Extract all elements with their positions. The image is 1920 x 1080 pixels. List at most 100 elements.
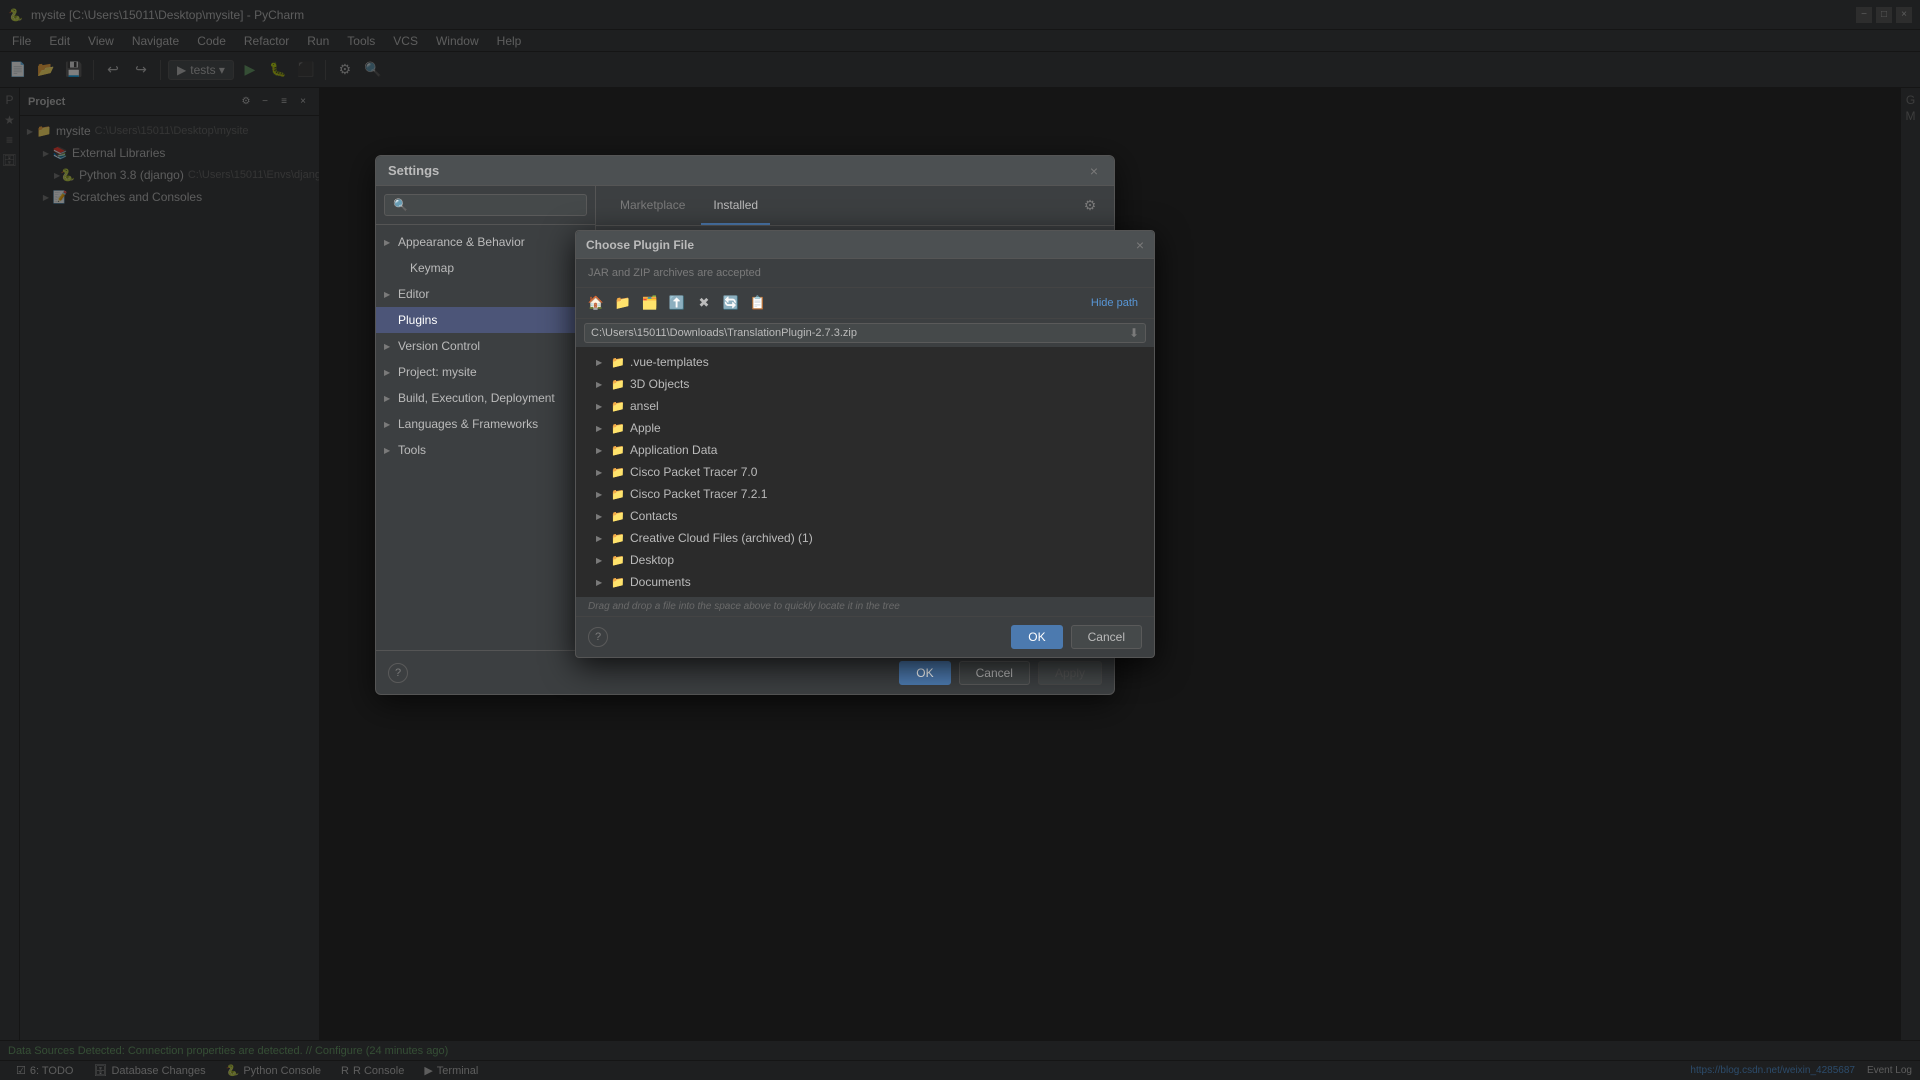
desktop-label: Desktop — [630, 553, 674, 567]
nav-label-build: Build, Execution, Deployment — [398, 391, 555, 405]
nav-arrow-vcs: ▶ — [384, 342, 396, 351]
nav-item-keymap[interactable]: Keymap — [376, 255, 595, 281]
file-tree-ansel[interactable]: ▶ 📁 ansel — [576, 395, 1154, 417]
nav-item-vcs[interactable]: ▶ Version Control ⚙ — [376, 333, 595, 359]
ansel-folder-icon: 📁 — [610, 398, 626, 414]
documents-folder-icon: 📁 — [610, 574, 626, 590]
file-tree-vue-templates[interactable]: ▶ 📁 .vue-templates — [576, 351, 1154, 373]
file-help-button[interactable]: ? — [588, 627, 608, 647]
creative-label: Creative Cloud Files (archived) (1) — [630, 531, 813, 545]
file-path-bar: C:\Users\15011\Downloads\TranslationPlug… — [584, 323, 1146, 343]
file-tree-cisco70[interactable]: ▶ 📁 Cisco Packet Tracer 7.0 — [576, 461, 1154, 483]
settings-sidebar: ▶ Appearance & Behavior Keymap ▶ Editor … — [376, 186, 596, 650]
documents-label: Documents — [630, 575, 691, 589]
tab-marketplace-label: Marketplace — [620, 198, 685, 212]
settings-search-input[interactable] — [384, 194, 587, 216]
file-tree-apple[interactable]: ▶ 📁 Apple — [576, 417, 1154, 439]
cisco721-arrow: ▶ — [596, 490, 610, 499]
nav-item-build[interactable]: ▶ Build, Execution, Deployment — [376, 385, 595, 411]
settings-ok-button[interactable]: OK — [899, 661, 950, 685]
file-new-folder-button[interactable]: 📁 — [611, 292, 635, 314]
desktop-arrow: ▶ — [596, 556, 610, 565]
3dobjects-label: 3D Objects — [630, 377, 689, 391]
settings-help-button[interactable]: ? — [388, 663, 408, 683]
settings-tabs-header: Marketplace Installed ⚙ — [596, 186, 1114, 226]
file-tree-desktop[interactable]: ▶ 📁 Desktop — [576, 549, 1154, 571]
file-dialog-footer: ? OK Cancel — [576, 616, 1154, 657]
nav-label-vcs: Version Control — [398, 339, 480, 353]
nav-label-keymap: Keymap — [410, 261, 454, 275]
nav-arrow-tools: ▶ — [384, 446, 396, 455]
nav-item-tools[interactable]: ▶ Tools — [376, 437, 595, 463]
file-tree[interactable]: ▶ 📁 .vue-templates ▶ 📁 3D Objects ▶ 📁 an… — [576, 347, 1154, 597]
settings-search-area — [376, 186, 595, 225]
settings-close-button[interactable]: × — [1086, 163, 1102, 179]
file-up-button[interactable]: ⬆️ — [665, 292, 689, 314]
nav-arrow-editor: ▶ — [384, 290, 396, 299]
nav-arrow-build: ▶ — [384, 394, 396, 403]
settings-help: ? — [388, 663, 408, 683]
nav-label-project: Project: mysite — [398, 365, 477, 379]
file-home-button[interactable]: 🏠 — [584, 292, 608, 314]
hide-path-button[interactable]: Hide path — [1083, 295, 1146, 311]
appdata-arrow: ▶ — [596, 446, 610, 455]
contacts-label: Contacts — [630, 509, 677, 523]
contacts-folder-icon: 📁 — [610, 508, 626, 524]
file-tree-cisco721[interactable]: ▶ 📁 Cisco Packet Tracer 7.2.1 — [576, 483, 1154, 505]
cisco721-label: Cisco Packet Tracer 7.2.1 — [630, 487, 767, 501]
nav-arrow-plugins — [384, 316, 396, 325]
contacts-arrow: ▶ — [596, 512, 610, 521]
cisco70-folder-icon: 📁 — [610, 464, 626, 480]
file-tree-creative[interactable]: ▶ 📁 Creative Cloud Files (archived) (1) — [576, 527, 1154, 549]
settings-cancel-button[interactable]: Cancel — [959, 661, 1030, 685]
nav-label-editor: Editor — [398, 287, 429, 301]
tab-installed[interactable]: Installed — [701, 186, 770, 225]
file-clear-button[interactable]: ✖ — [692, 292, 716, 314]
nav-item-project[interactable]: ▶ Project: mysite ⚙ — [376, 359, 595, 385]
nav-arrow-project: ▶ — [384, 368, 396, 377]
file-path-download-icon: ⬇ — [1129, 326, 1139, 340]
documents-arrow: ▶ — [596, 578, 610, 587]
nav-item-appearance[interactable]: ▶ Appearance & Behavior — [376, 229, 595, 255]
3dobjects-arrow: ▶ — [596, 380, 610, 389]
cisco70-arrow: ▶ — [596, 468, 610, 477]
nav-label-appearance: Appearance & Behavior — [398, 235, 525, 249]
file-dialog-close-button[interactable]: × — [1136, 237, 1144, 253]
file-tree-3dobjects[interactable]: ▶ 📁 3D Objects — [576, 373, 1154, 395]
file-tree-documents[interactable]: ▶ 📁 Documents — [576, 571, 1154, 593]
cisco721-folder-icon: 📁 — [610, 486, 626, 502]
settings-titlebar: Settings × — [376, 156, 1114, 186]
settings-nav: ▶ Appearance & Behavior Keymap ▶ Editor … — [376, 225, 595, 650]
nav-item-languages[interactable]: ▶ Languages & Frameworks — [376, 411, 595, 437]
file-tree-appdata[interactable]: ▶ 📁 Application Data — [576, 439, 1154, 461]
nav-item-editor[interactable]: ▶ Editor — [376, 281, 595, 307]
nav-item-plugins[interactable]: Plugins — [376, 307, 595, 333]
nav-label-plugins: Plugins — [398, 313, 437, 327]
file-dialog-titlebar: Choose Plugin File × — [576, 231, 1154, 259]
settings-gear-icon[interactable]: ⚙ — [1078, 194, 1102, 218]
file-refresh-button[interactable]: 🔄 — [719, 292, 743, 314]
creative-arrow: ▶ — [596, 534, 610, 543]
apple-arrow: ▶ — [596, 424, 610, 433]
ansel-label: ansel — [630, 399, 659, 413]
file-cancel-button[interactable]: Cancel — [1071, 625, 1142, 649]
file-desktop-button[interactable]: 🗂️ — [638, 292, 662, 314]
file-dialog: Choose Plugin File × JAR and ZIP archive… — [575, 230, 1155, 658]
nav-arrow-languages: ▶ — [384, 420, 396, 429]
file-copy-button[interactable]: 📋 — [746, 292, 770, 314]
settings-apply-button[interactable]: Apply — [1038, 661, 1102, 685]
file-help-label: ? — [595, 631, 601, 643]
3dobjects-folder-icon: 📁 — [610, 376, 626, 392]
nav-label-languages: Languages & Frameworks — [398, 417, 538, 431]
apple-folder-icon: 📁 — [610, 420, 626, 436]
file-path-text: C:\Users\15011\Downloads\TranslationPlug… — [591, 327, 857, 339]
apple-label: Apple — [630, 421, 661, 435]
vue-templates-arrow: ▶ — [596, 358, 610, 367]
file-ok-button[interactable]: OK — [1011, 625, 1062, 649]
tab-marketplace[interactable]: Marketplace — [608, 186, 697, 225]
file-dialog-actions: OK Cancel — [1011, 625, 1142, 649]
file-dialog-title: Choose Plugin File — [586, 238, 694, 252]
file-tree-contacts[interactable]: ▶ 📁 Contacts — [576, 505, 1154, 527]
creative-folder-icon: 📁 — [610, 530, 626, 546]
file-drop-hint: Drag and drop a file into the space abov… — [576, 597, 1154, 616]
